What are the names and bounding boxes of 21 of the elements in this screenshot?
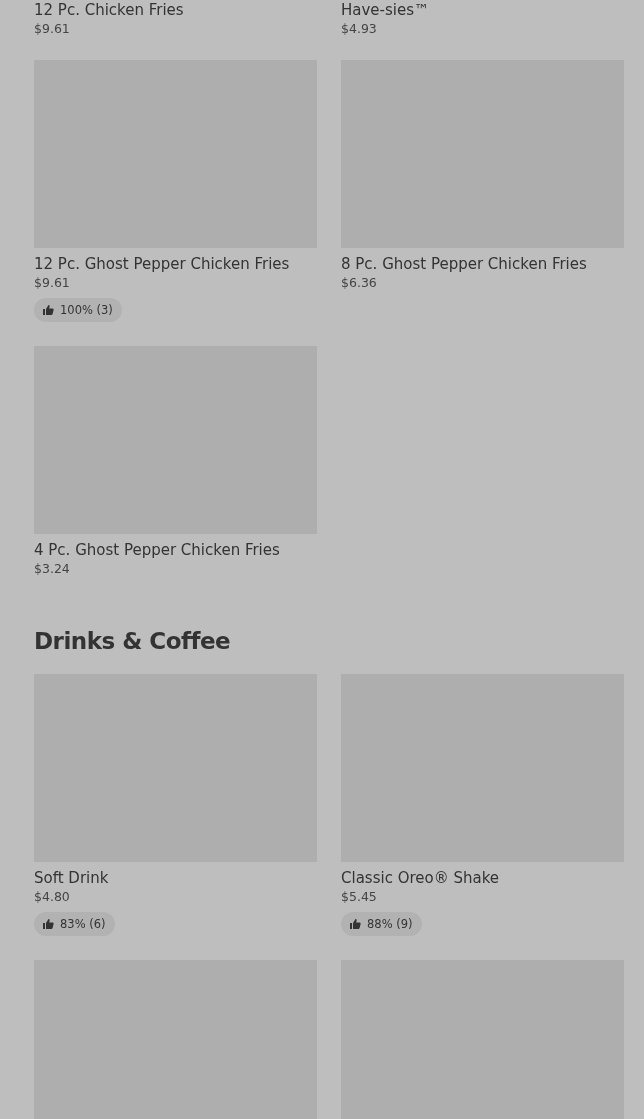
item-price: $4.80 bbox=[34, 888, 70, 906]
section-title: Drinks & Coffee bbox=[34, 627, 232, 656]
item-name: Have-sies™ bbox=[341, 0, 429, 20]
item-name: 12 Pc. Ghost Pepper Chicken Fries bbox=[34, 254, 290, 274]
thumbs-up-icon bbox=[42, 918, 54, 930]
item-name: Classic Oreo® Shake bbox=[341, 868, 500, 888]
item-price: $9.61 bbox=[34, 20, 70, 38]
rating-text: 83% (6) bbox=[60, 917, 106, 931]
item-price: $9.61 bbox=[34, 274, 70, 292]
item-name: 4 Pc. Ghost Pepper Chicken Fries bbox=[34, 540, 280, 560]
rating-text: 100% (3) bbox=[60, 303, 113, 317]
item-price: $6.36 bbox=[341, 274, 377, 292]
item-name: 8 Pc. Ghost Pepper Chicken Fries bbox=[341, 254, 587, 274]
item-price: $3.24 bbox=[34, 560, 70, 578]
thumbs-up-icon bbox=[349, 918, 361, 930]
item-name: Soft Drink bbox=[34, 868, 109, 888]
item-name: 12 Pc. Chicken Fries bbox=[34, 0, 184, 20]
thumbs-up-icon bbox=[42, 304, 54, 316]
rating-text: 88% (9) bbox=[367, 917, 413, 931]
item-price: $5.45 bbox=[341, 888, 377, 906]
item-price: $4.93 bbox=[341, 20, 377, 38]
